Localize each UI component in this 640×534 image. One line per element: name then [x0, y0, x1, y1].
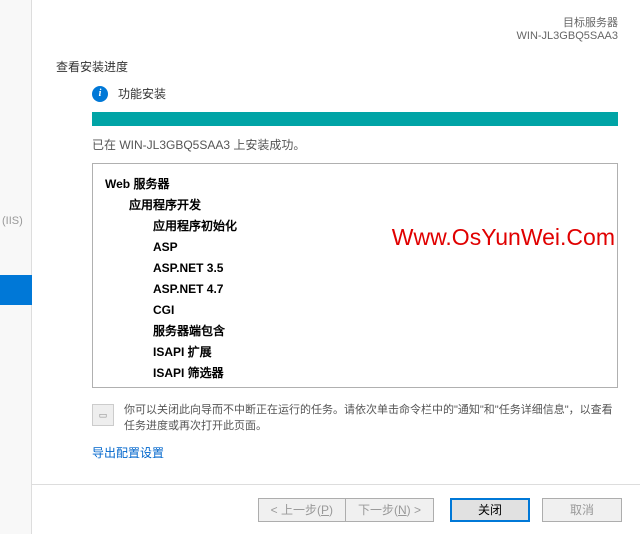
sidebar-iis-label: (IIS) — [2, 215, 23, 227]
feature-item: ASP.NET 4.7 — [105, 279, 605, 300]
main-content: 目标服务器 WIN-JL3GBQ5SAA3 查看安装进度 i 功能安装 已在 W… — [32, 0, 640, 534]
feature-item: .NET Extensibility 3.5 — [105, 384, 605, 388]
export-config-link[interactable]: 导出配置设置 — [32, 434, 640, 461]
install-result: 已在 WIN-JL3GBQ5SAA3 上安装成功。 — [92, 136, 618, 153]
target-server-name: WIN-JL3GBQ5SAA3 — [32, 30, 618, 42]
feature-lvl2: 应用程序开发 — [105, 195, 605, 216]
hint-row: ▭ 你可以关闭此向导而不中断正在运行的任务。请依次单击命令栏中的"通知"和"任务… — [32, 402, 640, 434]
close-button[interactable]: 关闭 — [450, 498, 530, 522]
feature-root: Web 服务器 — [105, 174, 605, 195]
cancel-button: 取消 — [542, 498, 622, 522]
progress-bar — [92, 112, 618, 126]
next-button: 下一步(N) > — [345, 498, 434, 522]
header-target: 目标服务器 WIN-JL3GBQ5SAA3 — [32, 0, 640, 50]
hint-text: 你可以关闭此向导而不中断正在运行的任务。请依次单击命令栏中的"通知"和"任务详细… — [124, 402, 618, 434]
watermark-text: Www.OsYunWei.Com — [392, 224, 615, 251]
feature-list-box: Web 服务器 应用程序开发 应用程序初始化ASPASP.NET 3.5ASP.… — [92, 163, 618, 388]
progress-title: 查看安装进度 — [32, 50, 640, 85]
status-row: i 功能安装 — [92, 85, 618, 102]
wizard-sidebar: (IIS) — [0, 0, 32, 534]
info-icon: i — [92, 86, 108, 102]
feature-item: ISAPI 筛选器 — [105, 363, 605, 384]
feature-item: ISAPI 扩展 — [105, 342, 605, 363]
feature-item: CGI — [105, 300, 605, 321]
feature-item: ASP.NET 3.5 — [105, 258, 605, 279]
install-status: 功能安装 — [118, 85, 166, 102]
prev-button: < 上一步(P) — [258, 498, 345, 522]
feature-item: 服务器端包含 — [105, 321, 605, 342]
footer-buttons: < 上一步(P) 下一步(N) > 关闭 取消 — [32, 484, 640, 534]
flag-icon: ▭ — [92, 404, 114, 426]
target-server-label: 目标服务器 — [32, 14, 618, 30]
